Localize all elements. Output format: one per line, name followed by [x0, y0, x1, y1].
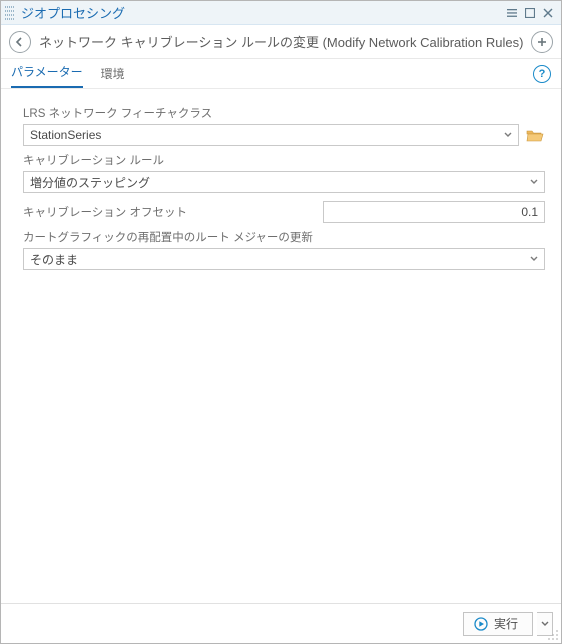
- title-bar: ジオプロセシング: [1, 1, 561, 25]
- window-title: ジオプロセシング: [21, 3, 503, 22]
- run-button-label: 実行: [494, 615, 518, 632]
- update-measures-combo[interactable]: そのまま: [23, 248, 545, 270]
- drag-handle-icon[interactable]: [5, 6, 15, 20]
- tool-title: ネットワーク キャリブレーション ルールの変更 (Modify Network …: [39, 32, 523, 51]
- calibration-offset-value: 0.1: [521, 205, 538, 219]
- tab-environments[interactable]: 環境: [101, 65, 125, 88]
- resize-grip[interactable]: [547, 629, 559, 641]
- lrs-network-value: StationSeries: [28, 128, 502, 142]
- browse-button[interactable]: [525, 125, 545, 145]
- run-button[interactable]: 実行: [463, 612, 533, 636]
- chevron-down-icon[interactable]: [528, 256, 540, 262]
- play-icon: [474, 617, 488, 631]
- menu-button[interactable]: [503, 4, 521, 22]
- close-button[interactable]: [539, 4, 557, 22]
- calibration-offset-label: キャリブレーション オフセット: [23, 204, 313, 220]
- update-measures-label: カートグラフィックの再配置中のルート メジャーの更新: [23, 229, 545, 245]
- tool-header: ネットワーク キャリブレーション ルールの変更 (Modify Network …: [1, 25, 561, 59]
- update-measures-value: そのまま: [28, 251, 528, 268]
- lrs-network-label: LRS ネットワーク フィーチャクラス: [23, 105, 545, 121]
- back-button[interactable]: [9, 31, 31, 53]
- tab-parameters[interactable]: パラメーター: [11, 63, 83, 88]
- footer-bar: 実行: [1, 603, 561, 643]
- maximize-button[interactable]: [521, 4, 539, 22]
- parameters-panel: LRS ネットワーク フィーチャクラス StationSeries キャリブレー…: [1, 89, 561, 603]
- help-button[interactable]: ?: [533, 65, 551, 83]
- chevron-down-icon[interactable]: [502, 132, 514, 138]
- calibration-rule-label: キャリブレーション ルール: [23, 152, 545, 168]
- lrs-network-combo[interactable]: StationSeries: [23, 124, 519, 146]
- tab-bar: パラメーター 環境 ?: [1, 59, 561, 89]
- chevron-down-icon[interactable]: [528, 179, 540, 185]
- calibration-rule-value: 増分値のステッピング: [28, 174, 528, 191]
- calibration-offset-input[interactable]: 0.1: [323, 201, 545, 223]
- calibration-rule-combo[interactable]: 増分値のステッピング: [23, 171, 545, 193]
- add-button[interactable]: [531, 31, 553, 53]
